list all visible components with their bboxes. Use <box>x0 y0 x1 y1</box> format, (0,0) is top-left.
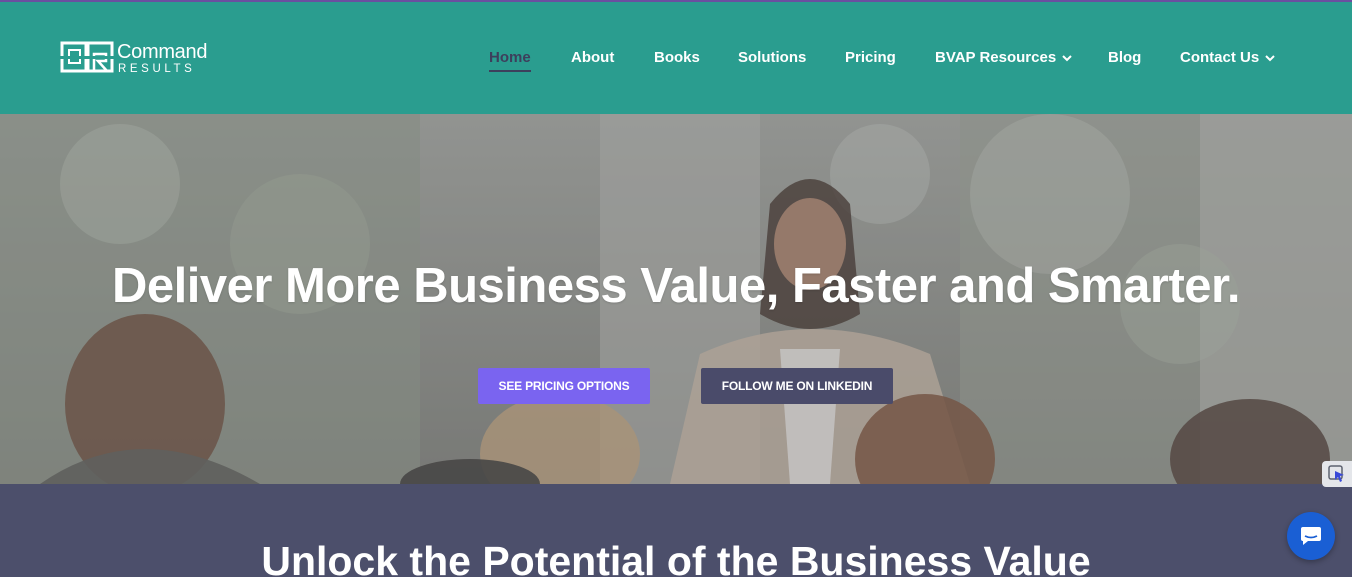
chat-bubble-icon <box>1301 527 1321 545</box>
main-nav: Home About Books Solutions Pricing BVAP … <box>0 46 1352 72</box>
hero-title: Deliver More Business Value, Faster and … <box>111 259 1241 313</box>
cursor-arrow-icon <box>1328 465 1344 482</box>
nav-item-solutions[interactable]: Solutions <box>738 46 806 70</box>
section-title: Unlock the Potential of the Business Val… <box>261 538 1091 577</box>
nav-item-bvap-resources-label: BVAP Resources <box>935 49 1057 66</box>
nav-item-about[interactable]: About <box>571 46 614 70</box>
nav-item-bvap-resources[interactable]: BVAP Resources <box>935 46 1072 70</box>
nav-item-contact-us[interactable]: Contact Us <box>1180 46 1275 70</box>
follow-linkedin-button[interactable]: FOLLOW ME ON LINKEDIN <box>701 368 893 404</box>
nav-item-contact-us-label: Contact Us <box>1180 49 1260 66</box>
site-header: Command RESULTS Home About Books Solutio… <box>0 2 1352 114</box>
nav-item-blog[interactable]: Blog <box>1108 46 1141 70</box>
nav-item-home[interactable]: Home <box>489 46 531 72</box>
value-section: Unlock the Potential of the Business Val… <box>0 484 1352 577</box>
nav-item-books[interactable]: Books <box>654 46 700 70</box>
hero-section: Deliver More Business Value, Faster and … <box>0 114 1352 484</box>
side-widget-button[interactable] <box>1322 461 1352 487</box>
chevron-down-icon <box>1062 54 1072 61</box>
chevron-down-icon <box>1265 54 1275 61</box>
chat-button[interactable] <box>1287 512 1335 560</box>
see-pricing-options-button[interactable]: SEE PRICING OPTIONS <box>478 368 650 404</box>
nav-item-pricing[interactable]: Pricing <box>845 46 896 70</box>
